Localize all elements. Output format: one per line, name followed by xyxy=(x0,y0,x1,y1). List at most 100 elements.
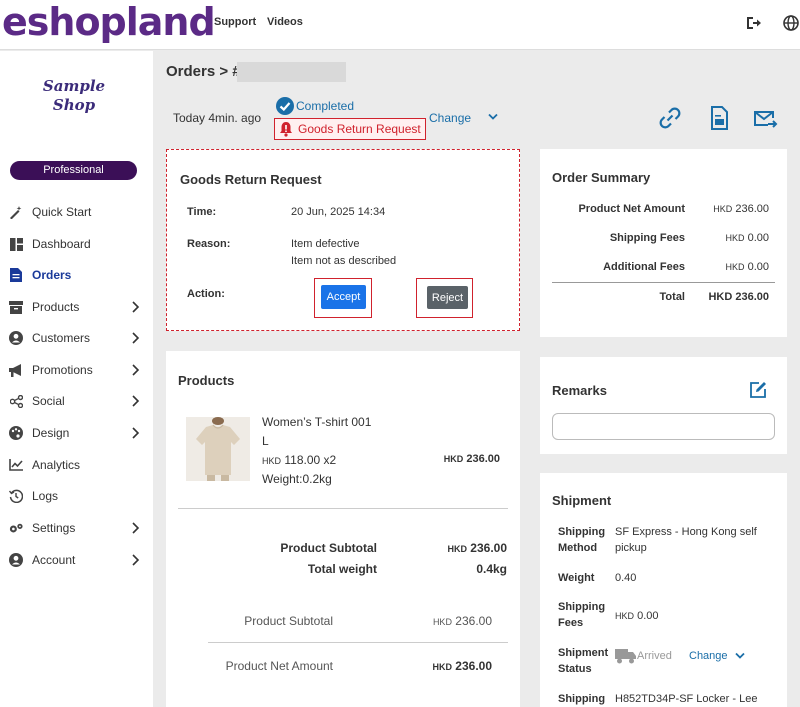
box-icon xyxy=(9,300,23,314)
products-card: Products Women’s T-shirt 001 L HKD 118.0… xyxy=(166,351,520,707)
product-name[interactable]: Women’s T-shirt 001 xyxy=(262,415,371,429)
total-weight-value: 0.4kg xyxy=(476,562,507,576)
shipment-status-value: Arrived xyxy=(637,650,672,662)
shipment-status-change[interactable]: Change xyxy=(689,650,728,662)
shop-logo: Sample Shop xyxy=(42,77,106,114)
remarks-input[interactable] xyxy=(552,413,775,440)
accept-button[interactable]: Accept xyxy=(321,285,366,309)
eshopland-logo[interactable]: eshopland xyxy=(2,0,216,44)
action-label: Action: xyxy=(187,288,225,300)
product-line-total: HKD 236.00 xyxy=(443,453,500,465)
summary-total-value: HKD 236.00 xyxy=(708,291,769,303)
orders-file-icon xyxy=(9,268,23,282)
palette-icon xyxy=(9,426,23,440)
order-summary-title: Order Summary xyxy=(552,170,651,185)
product-subtotal-value: HKD 236.00 xyxy=(447,541,507,555)
net-amount-value: HKD 236.00 xyxy=(432,659,492,673)
sidebar-item-design[interactable]: Design xyxy=(9,423,145,443)
chevron-down-icon[interactable] xyxy=(488,113,498,121)
check-circle-icon xyxy=(276,97,294,115)
sidebar-item-analytics[interactable]: Analytics xyxy=(9,455,145,475)
sidebar-item-logs[interactable]: Logs xyxy=(9,486,145,506)
total-weight-label: Total weight xyxy=(307,562,377,576)
sidebar-item-label: Logs xyxy=(32,489,59,503)
chevron-right-icon xyxy=(132,554,140,566)
summary-row-value: HKD 236.00 xyxy=(713,203,769,215)
nav-videos[interactable]: Videos xyxy=(267,16,303,28)
time-value: 20 Jun, 2025 14:34 xyxy=(291,206,386,218)
sidebar: Sample Shop Professional Quick Start Das… xyxy=(0,51,153,707)
product-weight: Weight:0.2kg xyxy=(262,472,332,486)
remarks-title: Remarks xyxy=(552,383,607,398)
change-status-link[interactable]: Change xyxy=(429,111,471,125)
return-card-title: Goods Return Request xyxy=(180,172,322,187)
sidebar-item-promotions[interactable]: Promotions xyxy=(9,360,145,380)
order-number-redacted xyxy=(237,62,346,82)
sidebar-item-social[interactable]: Social xyxy=(9,391,145,411)
shipping-fees-label: Shipping Fees xyxy=(558,601,606,629)
email-send-icon[interactable] xyxy=(752,105,778,131)
sidebar-item-label: Settings xyxy=(32,521,76,535)
products-divider xyxy=(178,508,508,509)
order-summary-card: Order Summary Product Net Amount HKD 236… xyxy=(540,149,787,337)
shipment-status-label: Shipment Status xyxy=(558,647,609,675)
link-icon[interactable] xyxy=(657,105,683,131)
magic-wand-icon xyxy=(9,205,23,219)
weight-value: 0.40 xyxy=(615,572,637,584)
sidebar-item-label: Design xyxy=(32,426,70,440)
sidebar-item-customers[interactable]: Customers xyxy=(9,328,145,348)
shipping-value: H852TD34P-SF Locker - Lee xyxy=(615,693,758,705)
nav-support[interactable]: Support xyxy=(214,16,256,28)
weight-label: Weight xyxy=(558,572,595,584)
shipment-card: Shipment Shipping Method SF Express - Ho… xyxy=(540,473,787,707)
globe-icon[interactable] xyxy=(782,14,800,32)
sidebar-item-settings[interactable]: Settings xyxy=(9,518,145,538)
chevron-right-icon xyxy=(132,332,140,344)
user-icon xyxy=(9,331,23,345)
top-bar: eshopland Support Videos xyxy=(0,0,800,50)
sidebar-item-dashboard[interactable]: Dashboard xyxy=(9,234,145,254)
shipping-method-value: SF Express - Hong Kong self pickup xyxy=(615,526,757,554)
dashboard-icon xyxy=(9,237,23,251)
sidebar-item-label: Products xyxy=(32,300,80,314)
summary-row-value: HKD 0.00 xyxy=(725,261,770,273)
breadcrumb: Orders > # xyxy=(166,63,241,80)
reason-value-1: Item defective xyxy=(291,238,360,250)
edit-icon[interactable] xyxy=(748,380,768,400)
status-completed: Completed xyxy=(276,97,354,115)
product-thumbnail[interactable] xyxy=(186,417,250,481)
sidebar-item-label: Dashboard xyxy=(32,237,91,251)
logout-icon[interactable] xyxy=(744,14,762,32)
invoice-icon[interactable] xyxy=(706,105,732,131)
products-title: Products xyxy=(178,373,235,388)
shipping-method-label: Shipping Method xyxy=(558,526,606,554)
chevron-right-icon xyxy=(132,395,140,407)
status-return-label: Goods Return Request xyxy=(298,122,421,136)
reject-button[interactable]: Reject xyxy=(427,286,468,309)
summary-row-value: HKD 0.00 xyxy=(725,232,770,244)
summary-row-label: Product Net Amount xyxy=(578,203,685,215)
chevron-down-icon[interactable] xyxy=(735,652,745,660)
goods-return-request-card: Goods Return Request Time: 20 Jun, 2025 … xyxy=(166,149,520,331)
sidebar-item-products[interactable]: Products xyxy=(9,297,145,317)
share-icon xyxy=(9,394,23,408)
sidebar-item-quick-start[interactable]: Quick Start xyxy=(9,202,145,222)
sidebar-item-account[interactable]: Account xyxy=(9,550,145,570)
chevron-right-icon xyxy=(132,364,140,376)
net-amount-label: Product Net Amount xyxy=(225,659,333,673)
summary-row-label: Shipping Fees xyxy=(609,232,685,244)
status-return-request: Goods Return Request xyxy=(274,118,426,140)
summary-divider xyxy=(552,282,775,283)
shipping-label: Shipping xyxy=(558,693,606,705)
sidebar-item-label: Account xyxy=(32,553,76,567)
shipment-title: Shipment xyxy=(552,493,612,508)
sidebar-item-label: Customers xyxy=(32,331,91,345)
reason-value-2: Item not as described xyxy=(291,255,397,267)
sidebar-item-orders[interactable]: Orders xyxy=(9,265,145,285)
time-label: Time: xyxy=(187,206,217,218)
chevron-right-icon xyxy=(132,301,140,313)
summary-subtotal-label: Product Subtotal xyxy=(244,614,333,628)
chevron-right-icon xyxy=(132,427,140,439)
chevron-right-icon xyxy=(132,522,140,534)
bell-alert-icon xyxy=(280,122,292,137)
